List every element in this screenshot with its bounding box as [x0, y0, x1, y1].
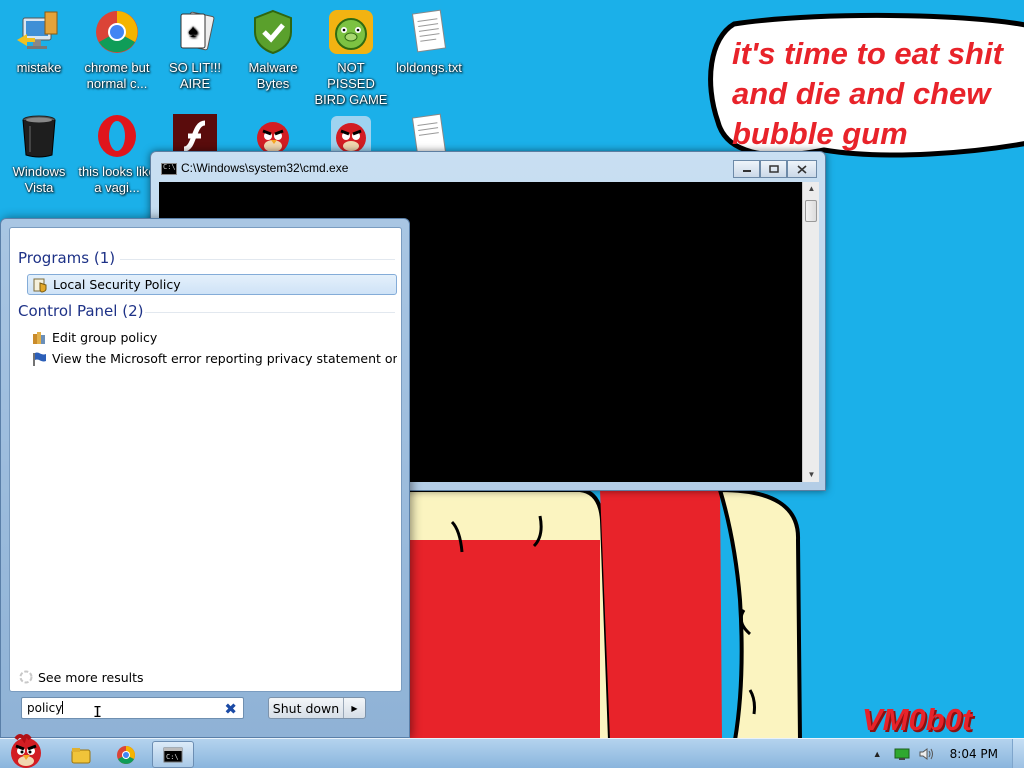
clock[interactable]: 8:04 PM	[950, 747, 998, 761]
network-icon[interactable]	[894, 747, 910, 761]
green-pig-icon	[327, 8, 375, 56]
desktop-icon-opera[interactable]: this looks like a vagi...	[78, 112, 156, 196]
watermark-text: VM0b0t	[862, 702, 973, 737]
close-button[interactable]	[787, 160, 817, 178]
shutdown-split-button: Shut down ▶	[268, 697, 366, 719]
minimize-button[interactable]	[733, 160, 760, 178]
solitaire-icon: ♠	[171, 8, 219, 56]
group-heading-programs: Programs (1)	[18, 249, 116, 267]
see-more-label: See more results	[38, 669, 144, 685]
search-input[interactable]: policy ✖	[21, 697, 244, 719]
close-icon	[797, 164, 807, 174]
volume-icon[interactable]	[918, 747, 934, 761]
cmd-icon: C:\	[163, 747, 183, 762]
taskbar-explorer-button[interactable]	[60, 741, 102, 768]
trash-bin-icon	[15, 112, 63, 160]
wallpaper-text: it's time to eat shit and die and chew b…	[732, 36, 1003, 151]
taskbar-chrome-button[interactable]	[105, 741, 147, 768]
group-heading-control-panel: Control Panel (2)	[18, 302, 144, 320]
security-policy-icon	[32, 277, 48, 293]
desktop-icon-label: Windows Vista	[12, 164, 66, 195]
see-more-results-link[interactable]: See more results	[18, 669, 144, 685]
group-policy-icon	[31, 330, 47, 346]
desktop-icon-malwarebytes[interactable]: Malware Bytes	[234, 8, 312, 92]
result-error-reporting-privacy[interactable]: View the Microsoft error reporting priva…	[27, 348, 397, 369]
vertical-scrollbar[interactable]: ▲ ▼	[802, 182, 819, 482]
chrome-icon	[93, 8, 141, 56]
svg-text:C:\: C:\	[166, 753, 179, 761]
result-label: Local Security Policy	[53, 277, 181, 292]
red-bird-start-icon	[11, 734, 41, 768]
maximize-button[interactable]	[760, 160, 787, 178]
desktop-icon-chrome[interactable]: chrome but normal c...	[78, 8, 156, 92]
computer-network-icon	[15, 8, 63, 56]
start-button[interactable]	[2, 731, 48, 768]
svg-text:♠: ♠	[188, 21, 198, 41]
text-file-icon	[405, 8, 453, 56]
taskbar-cmd-button[interactable]: C:\	[152, 741, 194, 768]
result-edit-group-policy[interactable]: Edit group policy	[27, 327, 397, 348]
opera-icon	[93, 112, 141, 160]
shutdown-options-arrow-icon[interactable]: ▶	[344, 698, 365, 718]
notification-area: ▲ 8:04 PM	[873, 739, 1024, 768]
desktop-icon-solitaire[interactable]: ♠ SO LIT!!! AIRE	[156, 8, 234, 92]
desktop-icon-label: mistake	[16, 60, 62, 75]
result-label: View the Microsoft error reporting priva…	[52, 351, 397, 366]
loading-spinner-icon	[19, 670, 33, 684]
cmd-icon	[161, 163, 177, 175]
shutdown-button[interactable]: Shut down	[269, 698, 344, 718]
window-controls	[733, 160, 817, 178]
desktop-icon-label: loldongs.txt	[396, 60, 462, 75]
desktop-icon-loldongs[interactable]: loldongs.txt	[390, 8, 468, 76]
search-results-pane: Programs (1) Local Security Policy Contr…	[9, 227, 402, 692]
text-cursor-icon: I	[93, 703, 103, 721]
shield-check-icon	[249, 8, 297, 56]
divider	[145, 312, 395, 313]
scroll-thumb[interactable]	[805, 200, 817, 222]
divider	[120, 259, 395, 260]
desktop-icon-windows-vista[interactable]: Windows Vista	[0, 112, 78, 196]
desktop-icon-label: Malware Bytes	[248, 60, 298, 91]
desktop-icon-mistake[interactable]: mistake	[0, 8, 78, 76]
flag-icon	[31, 351, 47, 367]
maximize-icon	[768, 165, 779, 173]
show-hidden-icons-button[interactable]: ▲	[873, 749, 882, 759]
search-input-value: policy	[27, 701, 64, 715]
result-local-security-policy[interactable]: Local Security Policy	[27, 274, 397, 295]
minimize-icon	[742, 170, 751, 172]
clear-search-icon[interactable]: ✖	[224, 700, 237, 718]
folder-icon	[71, 747, 91, 763]
desktop-icon-label: this looks like a vagi...	[78, 164, 156, 195]
scroll-up-icon[interactable]: ▲	[803, 182, 820, 196]
window-title: C:\Windows\system32\cmd.exe	[181, 161, 349, 175]
start-menu: Programs (1) Local Security Policy Contr…	[0, 218, 410, 738]
desktop-icon-bird-game[interactable]: NOT PISSED BIRD GAME	[312, 8, 390, 108]
result-label: Edit group policy	[52, 330, 158, 345]
taskbar: C:\ ▲ 8:04 PM	[0, 734, 1024, 768]
show-desktop-button[interactable]	[1012, 739, 1024, 768]
desktop-icon-label: chrome but normal c...	[84, 60, 150, 91]
chrome-icon	[117, 745, 135, 764]
scroll-down-icon[interactable]: ▼	[803, 468, 820, 482]
desktop-icon-label: SO LIT!!! AIRE	[168, 60, 221, 91]
wallpaper-drawing	[400, 487, 803, 740]
desktop-icon-label: NOT PISSED BIRD GAME	[314, 60, 388, 107]
